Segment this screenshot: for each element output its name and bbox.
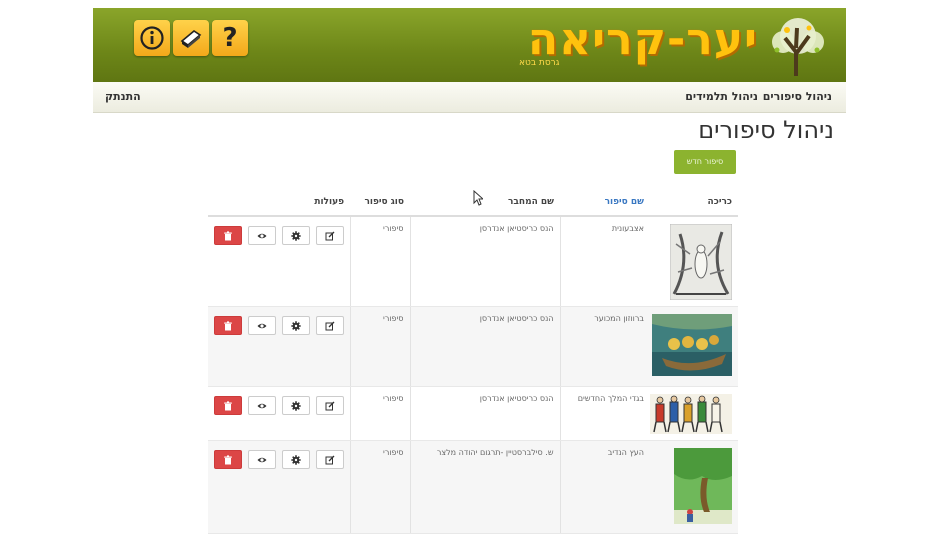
nav-manage-stories[interactable]: ניהול סיפורים [763,82,832,112]
edit-icon [325,231,335,240]
book-cover-tree[interactable] [674,448,732,524]
logo-subtitle: גרסת בטא [519,58,560,68]
settings-button[interactable] [281,396,310,415]
eye-icon [257,323,267,328]
story-type: סיפורי [349,440,410,534]
page-title: ניהול סיפורים [698,116,834,144]
view-button[interactable] [247,396,276,415]
new-story-button[interactable]: סיפור חדש [674,150,736,174]
book-button[interactable] [173,20,209,56]
header-story-name[interactable]: שם סיפור [560,189,650,217]
edit-icon [325,321,335,330]
delete-button[interactable] [214,316,242,335]
actions-cell [208,440,350,534]
table-row: ברווזון המכוער הנס כריסטיאן אנדרסן סיפור… [208,306,738,387]
row-actions [214,314,344,335]
row-actions [214,394,344,415]
gear-icon [290,320,301,331]
actions-cell [208,306,350,387]
row-actions [214,224,344,245]
header-type: סוג סיפור [350,189,410,217]
story-name: אצבעונית [559,216,650,307]
edit-button[interactable] [315,396,344,415]
site-logo[interactable]: יער-קריאה גרסת בטא [513,10,758,70]
navigation-bar: ניהול סיפורים ניהול תלמידים התנתק [93,82,846,113]
book-icon [180,30,202,48]
stories-table: כריכה שם סיפור שם המחבר סוג סיפור פעולות [208,189,738,534]
edit-icon [325,455,335,464]
cover-cell [650,216,738,307]
tree-logo-icon [772,18,824,76]
gear-icon [290,230,301,241]
edit-icon [325,401,335,410]
actions-cell [208,386,350,441]
story-name: בגדי המלך החדשים [559,386,650,441]
eye-icon [257,403,267,408]
story-author: הנס כריסטיאן אנדרסן [409,386,560,441]
delete-button[interactable] [214,450,242,469]
delete-button[interactable] [214,226,242,245]
story-author: הנס כריסטיאן אנדרסן [409,306,560,387]
header-actions: פעולות [208,189,350,217]
eye-icon [257,457,267,462]
story-author: הנס כריסטיאן אנדרסן [409,216,560,307]
cover-cell [650,386,738,441]
trash-icon [224,320,232,330]
story-name: ברווזון המכוער [559,306,650,387]
view-button[interactable] [247,450,276,469]
eye-icon [257,233,267,238]
cover-cell [650,306,738,387]
info-button[interactable] [134,20,170,56]
trash-icon [224,454,232,464]
mouse-cursor-icon [473,190,483,206]
view-button[interactable] [247,226,276,245]
header-cover: כריכה [650,189,738,217]
edit-button[interactable] [315,316,344,335]
book-cover-ducklings[interactable] [652,314,732,376]
gear-icon [290,454,301,465]
header-banner: ? יער-קריאה גרסת בטא [93,8,846,82]
book-cover-woodcut[interactable] [670,224,732,300]
help-icon: ? [222,23,238,53]
settings-button[interactable] [281,316,310,335]
delete-button[interactable] [214,396,242,415]
story-type: סיפורי [349,386,410,441]
edit-button[interactable] [315,226,344,245]
settings-button[interactable] [281,226,310,245]
table-row: אצבעונית הנס כריסטיאן אנדרסן סיפורי [208,216,738,307]
story-type: סיפורי [349,216,410,307]
table-row: העץ הנדיב ש. סילברסטיין -תרגום יהודה מלצ… [208,440,738,534]
app-window: ? יער-קריאה גרסת בטא ניהול סיפורים ניהול… [0,0,939,542]
info-icon [140,26,164,50]
trash-icon [224,230,232,240]
view-button[interactable] [247,316,276,335]
story-name: העץ הנדיב [559,440,650,534]
row-actions [214,448,344,469]
nav-manage-students[interactable]: ניהול תלמידים [685,82,758,112]
edit-button[interactable] [315,450,344,469]
logo-text: יער-קריאה [527,14,758,65]
help-button[interactable]: ? [212,20,248,56]
logout-link[interactable]: התנתק [105,82,141,112]
book-cover-soldiers[interactable] [650,394,732,434]
actions-cell [208,216,350,307]
stories-table-container: כריכה שם סיפור שם המחבר סוג סיפור פעולות [208,189,738,539]
cover-cell [650,440,738,534]
table-row: בגדי המלך החדשים הנס כריסטיאן אנדרסן סיפ… [208,386,738,441]
story-author: ש. סילברסטיין -תרגום יהודה מלצר [409,440,560,534]
settings-button[interactable] [281,450,310,469]
story-type: סיפורי [349,306,410,387]
trash-icon [224,400,232,410]
gear-icon [290,400,301,411]
header-author: שם המחבר [410,189,560,217]
